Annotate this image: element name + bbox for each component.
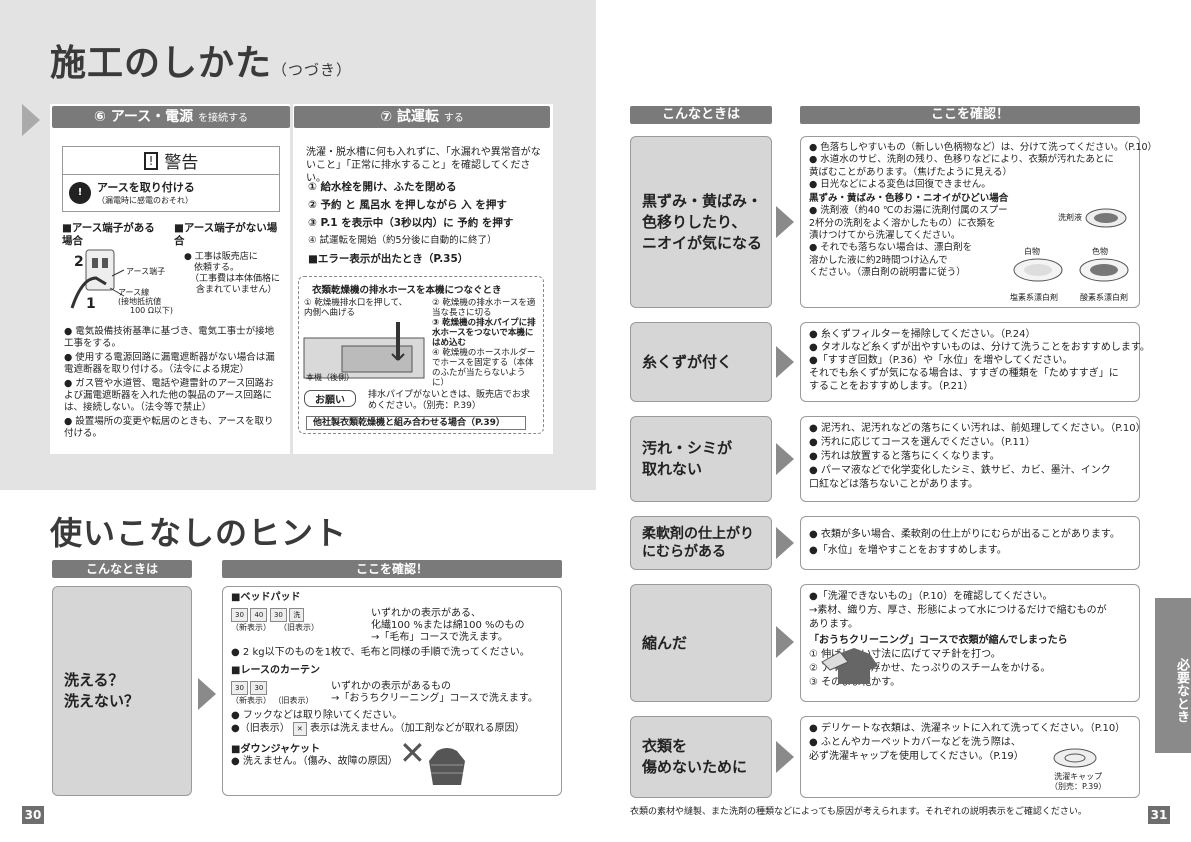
dryer-hose-illustration xyxy=(303,322,425,379)
dryer-footer: 他社製衣類乾燥機と組み合わせる場合（P.39） xyxy=(306,416,526,430)
section-7-header: ⑦ 試運転 する xyxy=(294,106,550,128)
dryer-request: お願い xyxy=(304,390,356,407)
right-col2-header: ここを確認！ xyxy=(800,106,1140,124)
color-bowl-icon xyxy=(1079,258,1129,282)
mandatory-icon: ! xyxy=(69,181,91,204)
hint-row-label: 洗える？ 洗えない？ xyxy=(52,586,192,796)
step-2-label: 2 xyxy=(74,254,84,270)
hint-title: 使いこなしのヒント xyxy=(50,514,348,552)
cross-mark-icon: ✕ xyxy=(399,734,426,772)
row-arrow xyxy=(776,626,794,658)
section-tab: 必要なとき xyxy=(1155,598,1191,753)
warning-box: ! 警告 ! アースを取り付ける （漏電時に感電のおそれ） xyxy=(62,146,280,212)
page-number-right: 31 xyxy=(1148,806,1170,824)
hint-arrow xyxy=(198,678,216,710)
row-stain-content: ● 泥汚れ、泥汚れなどの落ちにくい汚れは、前処理してください。（P.10） ● … xyxy=(800,416,1146,502)
row-blackening-label: 黒ずみ・黄ばみ・ 色移りしたり、 ニオイが気になる xyxy=(630,136,772,308)
row-stain-label: 汚れ・シミが 取れない xyxy=(630,416,772,502)
earth-terminal-label: アース端子 xyxy=(126,267,166,276)
warning-label: ! 警告 xyxy=(63,147,279,175)
hint-col1-header: こんなときは xyxy=(52,560,192,578)
right-caption: 衣類の素材や縫製、また洗剤の種類などによっても原因が考えられます。それぞれの説明… xyxy=(630,807,1087,817)
row-arrow xyxy=(776,741,794,773)
detergent-bowl-icon xyxy=(1085,208,1127,228)
row-arrow xyxy=(776,206,794,238)
iron-shirt-icon xyxy=(821,648,878,684)
dryer-steps: ② 乾燥機の排水ホースを適当な長さに切る ③ 乾燥機の排水パイプに排水ホースをつな… xyxy=(432,298,536,388)
hint-content: ■ベッドパッド 30 40 30 洗（新表示） （旧表示） いずれかの表示がある… xyxy=(222,586,562,796)
dryer-body-label: 本機（後側） xyxy=(306,373,354,382)
row-softener-content: ● 衣類が多い場合、柔軟剤の仕上がりにむらが出ることがあります。 ●「水位」を増… xyxy=(800,516,1140,570)
dryer-request-text: 排水パイプがないときは、販売店でお求めください。（別売：P.39） xyxy=(368,390,531,411)
down-jacket-icon xyxy=(429,748,465,785)
white-bowl-icon xyxy=(1013,258,1063,282)
hint-col2-header: ここを確認！ xyxy=(222,560,562,578)
test-steps: ① 給水栓を開け、ふたを閉める ② 予約 と 風呂水 を押しながら 入 を押す … xyxy=(308,181,514,265)
page-number-left: 30 xyxy=(22,806,44,824)
warning-triangle-icon: ! xyxy=(143,151,159,170)
row-arrow xyxy=(776,527,794,559)
dryer-step-1: ① 乾燥機排水口を押して、内側へ曲げる xyxy=(304,298,408,318)
earth-b-heading: ■アース端子がない場合 xyxy=(174,222,278,247)
earth-list: ● 電気設備技術基準に基づき、電気工事士が接地工事をする。 ● 使用する電源回路… xyxy=(64,326,275,439)
earth-wire-label: アース線 (接地抵抗値 100 Ω以下) xyxy=(118,288,174,315)
row-protect-label: 衣類を 傷めないために xyxy=(630,716,772,798)
right-col1-header: こんなときは xyxy=(630,106,772,124)
page-title: 施工のしかた（つづき） xyxy=(50,43,353,84)
row-arrow xyxy=(776,346,794,378)
section-arrow xyxy=(22,104,40,136)
row-lint-content: ● 糸くずフィルターを掃除してください。（P.24） ● タオルなど糸くずが出や… xyxy=(800,322,1150,402)
section-6-header: ⑥ アース・電源 を接続する xyxy=(52,106,290,128)
bleach-figure: 洗剤液 白物 色物 塩素系漂白剤 酸素系漂白剤 xyxy=(1008,200,1134,304)
dryer-title: 衣類乾燥機の排水ホースを本機につなぐとき xyxy=(312,285,502,296)
laundry-cap-icon xyxy=(1053,748,1097,768)
laundry-cap-label: 洗濯キャップ （別売：P.39） xyxy=(1050,772,1107,791)
row-lint-label: 糸くずが付く xyxy=(630,322,772,402)
step-1-label: 1 xyxy=(86,296,96,312)
row-softener-label: 柔軟剤の仕上がり にむらがある xyxy=(630,516,772,570)
earth-a-heading: ■アース端子がある場合 xyxy=(62,222,155,247)
row-arrow xyxy=(776,443,794,475)
row-shrink-label: 縮んだ xyxy=(630,584,772,702)
earth-b-note: ● 工事は販売店に 依頼する。 （工事費は本体価格に 含まれていません） xyxy=(184,252,281,295)
